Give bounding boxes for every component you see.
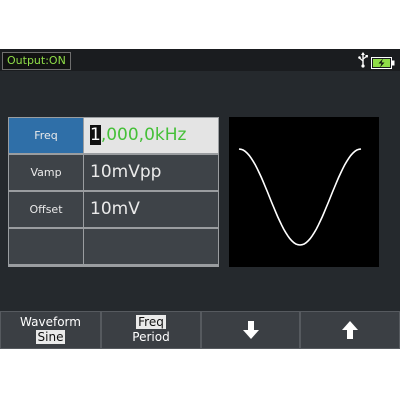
arrow-up-softkey[interactable] — [300, 311, 400, 349]
waveform-softkey[interactable]: Waveform Sine — [0, 311, 101, 349]
param-row-empty — [8, 228, 219, 264]
param-label-vamp[interactable]: Vamp — [9, 155, 83, 190]
arrow-up-icon — [341, 320, 359, 344]
parameter-table: Freq 1,000,0kHz Vamp 10mVpp Offset 10mV — [8, 117, 219, 267]
waveform-preview — [229, 117, 379, 267]
param-label-empty — [9, 229, 83, 264]
freq-period-softkey-top-wrap: Freq — [102, 315, 200, 330]
freq-value-rest: ,000,0kHz — [100, 125, 187, 145]
status-bar: Output:ON — [0, 49, 400, 71]
param-label-freq[interactable]: Freq — [9, 118, 83, 153]
waveform-softkey-label: Waveform — [20, 315, 81, 329]
device-screen: Output:ON Freq 1,000,0kHz Vamp 10mVpp Of… — [0, 49, 400, 349]
param-value-empty — [84, 229, 218, 264]
freq-option-label: Freq — [136, 315, 166, 329]
param-value-offset[interactable]: 10mV — [84, 192, 218, 227]
battery-charging-icon — [371, 54, 395, 69]
sine-wave-trace — [238, 148, 362, 246]
arrow-down-icon — [242, 320, 260, 344]
param-label-offset[interactable]: Offset — [9, 192, 83, 227]
usb-icon — [357, 52, 369, 68]
waveform-softkey-value: Sine — [35, 330, 66, 344]
freq-period-softkey[interactable]: Freq Period — [101, 311, 201, 349]
output-status-badge[interactable]: Output:ON — [2, 52, 71, 70]
param-value-vamp[interactable]: 10mVpp — [84, 155, 218, 190]
param-row-freq[interactable]: Freq 1,000,0kHz — [8, 117, 219, 153]
param-value-freq[interactable]: 1,000,0kHz — [84, 118, 218, 153]
edit-cursor-digit: 1 — [90, 125, 101, 145]
waveform-softkey-value-wrap: Sine — [1, 330, 100, 345]
param-row-vamp[interactable]: Vamp 10mVpp — [8, 154, 219, 190]
arrow-down-softkey[interactable] — [201, 311, 300, 349]
param-row-offset[interactable]: Offset 10mV — [8, 191, 219, 227]
period-option-label: Period — [132, 330, 170, 344]
softkey-bar: Waveform Sine Freq Period — [0, 311, 400, 349]
